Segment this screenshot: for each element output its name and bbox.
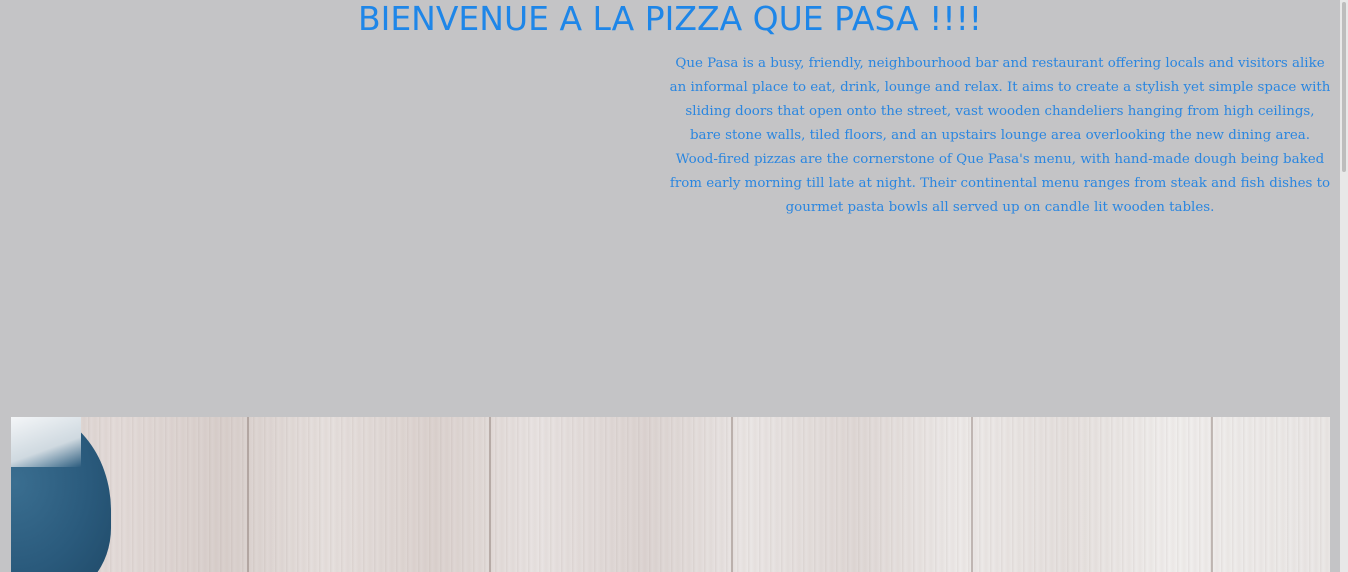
- cloth-highlight: [11, 417, 81, 467]
- plank-seam: [489, 417, 491, 572]
- intro-paragraph: Que Pasa is a busy, friendly, neighbourh…: [669, 56, 1331, 215]
- page-title: BIENVENUE A LA PIZZA QUE PASA !!!!: [357, 0, 983, 38]
- plank-seam: [971, 417, 973, 572]
- plank-seam: [1211, 417, 1213, 572]
- hero-image-wood-table: [11, 417, 1330, 572]
- plank-seam: [247, 417, 249, 572]
- vertical-scrollbar-thumb[interactable]: [1342, 2, 1346, 172]
- plank-seam: [731, 417, 733, 572]
